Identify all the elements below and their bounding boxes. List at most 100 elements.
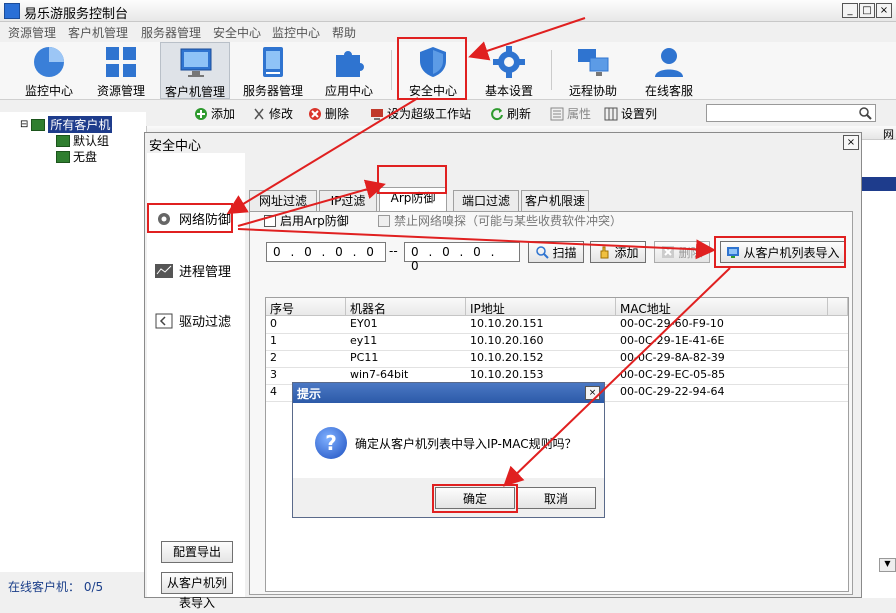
tree-node-diskless[interactable]: 无盘: [56, 148, 97, 165]
menu-resource[interactable]: 资源管理: [8, 24, 56, 41]
cancel-label: 取消: [543, 491, 568, 506]
server-icon: [263, 47, 283, 77]
table-cell: PC11: [350, 351, 379, 364]
edit-button[interactable]: 修改: [252, 105, 293, 122]
delete-label: 删除: [325, 107, 350, 121]
table-cell: 00-0C-29-1E-41-6E: [620, 334, 725, 347]
grid-header-fragment: 网: [883, 128, 894, 141]
search-icon[interactable]: [858, 106, 872, 120]
set-super-workstation-button[interactable]: 设为超级工作站: [370, 105, 471, 122]
delete-label: 删除: [678, 245, 703, 260]
set-columns-button[interactable]: 设置列: [604, 105, 657, 122]
ip-range-separator: --: [389, 244, 398, 258]
selected-row-fragment: [862, 177, 896, 191]
remote-icon: [578, 49, 609, 76]
tree-node-label: 默认组: [73, 134, 110, 148]
menu-help[interactable]: 帮助: [332, 24, 356, 41]
toolbar-label: 安全中心: [408, 84, 457, 98]
scroll-down-button[interactable]: ▼: [879, 558, 896, 572]
refresh-button[interactable]: 刷新: [490, 105, 531, 122]
question-icon: ?: [315, 427, 347, 459]
table-cell: 00-0C-29-22-94-64: [620, 385, 725, 398]
toolbar-server-manage[interactable]: 服务器管理: [238, 42, 308, 99]
disable-sniff-checkbox[interactable]: 禁止网络嗅探（可能与某些收费软件冲突）: [378, 212, 622, 229]
checkbox[interactable]: [378, 214, 390, 227]
online-clients-count: 0/5: [83, 580, 104, 594]
scan-button[interactable]: 扫描: [528, 241, 584, 263]
toolbar-basic-settings[interactable]: 基本设置: [474, 42, 544, 99]
toolbar-remote-assist[interactable]: 远程协助: [558, 42, 628, 99]
toolbar-security-center[interactable]: 安全中心: [398, 42, 468, 99]
tab-client-speed-limit[interactable]: 客户机限速: [521, 190, 589, 212]
workstation-icon: [371, 108, 383, 120]
col-header-index[interactable]: 序号: [266, 298, 346, 316]
menu-bar: 资源管理 客户机管理 服务器管理 安全中心 监控中心 帮助: [0, 22, 896, 42]
refresh-icon: [491, 107, 503, 120]
config-import-button[interactable]: 从客户机列表导入: [161, 572, 233, 610]
columns-icon: [604, 107, 618, 120]
minimize-button[interactable]: _: [842, 3, 858, 18]
tree-node-default-group[interactable]: 默认组: [56, 132, 109, 149]
puzzle-icon: [336, 51, 364, 77]
nav-process-manage[interactable]: 进程管理: [155, 261, 231, 280]
gear-icon: [158, 212, 170, 225]
import-icon: [727, 247, 740, 258]
menu-server[interactable]: 服务器管理: [141, 24, 201, 41]
checkbox[interactable]: [264, 214, 276, 227]
menu-monitor[interactable]: 监控中心: [272, 24, 320, 41]
chart-line-icon: [155, 263, 173, 278]
import-from-client-list-button[interactable]: 从客户机列表导入: [720, 241, 846, 263]
nav-label: 驱动过滤: [179, 315, 232, 330]
menu-client[interactable]: 客户机管理: [68, 24, 128, 41]
table-cell: 10.10.20.152: [470, 351, 544, 364]
menu-security[interactable]: 安全中心: [213, 24, 261, 41]
window-title: 易乐游服务控制台: [24, 7, 129, 22]
close-button[interactable]: ×: [876, 3, 892, 18]
col-header-ip[interactable]: IP地址: [466, 298, 616, 316]
toolbar-monitor-center[interactable]: 监控中心: [14, 42, 84, 99]
table-cell: ey11: [350, 334, 378, 347]
tab-ip-filter[interactable]: IP过滤: [319, 190, 377, 212]
dialog-title: 安全中心: [145, 133, 861, 154]
col-header-machine[interactable]: 机器名: [346, 298, 466, 316]
maximize-button[interactable]: □: [859, 3, 875, 18]
ip-range-start-input[interactable]: 0 . 0 . 0 . 0: [266, 242, 386, 262]
delete-button[interactable]: 删除: [308, 105, 349, 122]
confirm-cancel-button[interactable]: 取消: [516, 487, 596, 509]
pie-chart-icon: [34, 47, 64, 77]
confirm-close-button[interactable]: ×: [585, 386, 600, 400]
config-export-button[interactable]: 配置导出: [161, 541, 233, 563]
tab-arp-defense[interactable]: Arp防御: [379, 187, 447, 212]
col-header-filler: [828, 298, 848, 316]
add-rule-button[interactable]: 添加: [590, 241, 646, 263]
add-button[interactable]: 添加: [194, 105, 235, 122]
delete-rule-button[interactable]: 删除: [654, 241, 710, 263]
toolbar-client-manage[interactable]: 客户机管理: [160, 42, 230, 99]
confirm-body: ? 确定从客户机列表中导入IP-MAC规则吗？: [293, 403, 604, 478]
tab-url-filter[interactable]: 网址过滤: [249, 190, 317, 212]
search-input[interactable]: [706, 104, 876, 122]
toolbar-resource[interactable]: 资源管理: [86, 42, 156, 99]
add-label: 添加: [211, 107, 236, 121]
toolbar-app-center[interactable]: 应用中心: [314, 42, 384, 99]
toolbar-label: 在线客服: [644, 84, 693, 98]
nav-network-defense[interactable]: 网络防御: [155, 209, 231, 228]
toolbar-online-service[interactable]: 在线客服: [634, 42, 704, 99]
collapse-icon[interactable]: ⊟: [20, 119, 28, 130]
import-label: 从客户机列表导入: [743, 245, 840, 260]
tab-port-filter[interactable]: 端口过滤: [453, 190, 519, 212]
toolbar-separator: [391, 50, 392, 90]
properties-button[interactable]: 属性: [550, 105, 591, 122]
col-header-mac[interactable]: MAC地址: [616, 298, 828, 316]
table-cell: EY01: [350, 317, 378, 330]
scissors-icon: [254, 108, 264, 119]
ip-range-end-input[interactable]: 0 . 0 . 0 . 0: [404, 242, 520, 273]
delete-icon: [309, 107, 321, 120]
enable-arp-checkbox[interactable]: 启用Arp防御: [264, 212, 349, 229]
nav-driver-filter[interactable]: 驱动过滤: [155, 311, 231, 330]
tree-node-all-clients[interactable]: ⊟ 所有客户机: [20, 116, 113, 133]
confirm-ok-button[interactable]: 确定: [435, 487, 515, 509]
security-center-dialog: 安全中心 × 网络防御 进程管理 驱动过滤 配置导出 从客户机列表导入 网址过滤…: [144, 132, 862, 610]
dialog-close-button[interactable]: ×: [843, 135, 859, 150]
hand-icon: [600, 246, 609, 259]
